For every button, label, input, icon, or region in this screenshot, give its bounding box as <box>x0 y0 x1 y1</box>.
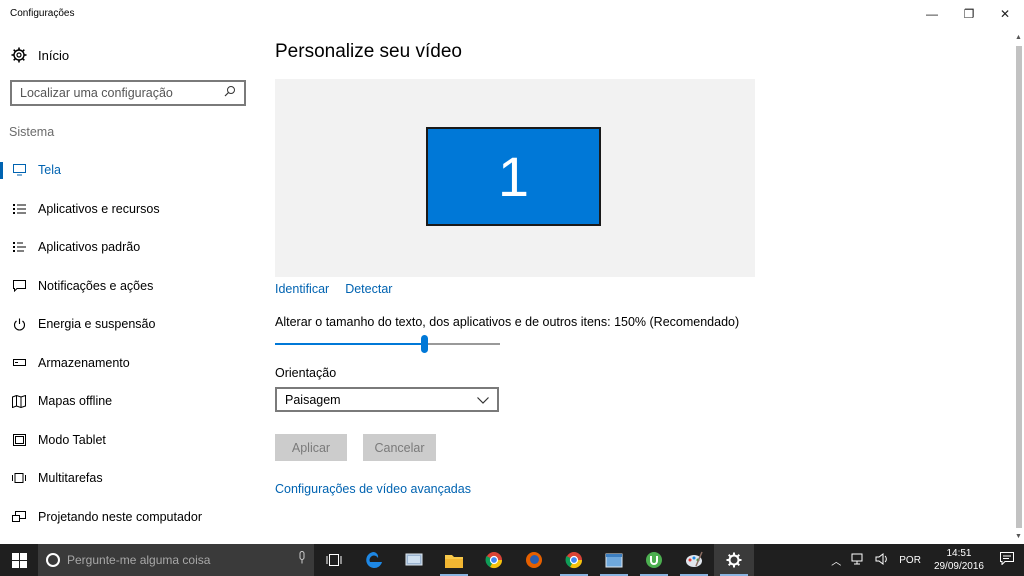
clock[interactable]: 14:51 29/09/2016 <box>926 547 992 573</box>
scrollbar-thumb[interactable] <box>1016 46 1022 528</box>
chrome-alt-icon[interactable] <box>554 544 594 576</box>
microphone-icon[interactable] <box>298 551 306 569</box>
clock-time: 14:51 <box>946 548 972 559</box>
clock-date: 29/09/2016 <box>933 561 984 572</box>
sidebar-item-armazenamento[interactable]: Armazenamento <box>0 344 260 383</box>
cancel-button[interactable]: Cancelar <box>363 434 436 461</box>
sidebar-item-modo-tablet[interactable]: Modo Tablet <box>0 421 260 460</box>
section-label: Sistema <box>9 125 55 139</box>
taskbar: Pergunte-me alguma coisa ︿ POR 14:51 29/… <box>0 544 1024 576</box>
search-icon <box>224 84 236 102</box>
map-icon <box>12 394 26 408</box>
slider-fill <box>275 343 424 345</box>
volume-icon[interactable] <box>870 552 894 568</box>
task-view-icon[interactable] <box>314 544 354 576</box>
sidebar-item-label: Multitarefas <box>38 471 103 486</box>
scroll-down-icon[interactable]: ▼ <box>1015 533 1022 540</box>
identify-link[interactable]: Identificar <box>275 282 329 296</box>
sidebar-nav: Tela Aplicativos e recursos Aplicativos … <box>0 151 260 536</box>
sidebar-item-tela[interactable]: Tela <box>0 151 260 190</box>
display-1-tile[interactable]: 1 <box>426 127 601 226</box>
sidebar-item-notificacoes[interactable]: Notificações e ações <box>0 267 260 306</box>
main-panel: Personalize seu vídeo 1 Identificar Dete… <box>275 30 995 544</box>
firefox-icon[interactable] <box>514 544 554 576</box>
network-app-icon[interactable] <box>394 544 434 576</box>
cortana-icon <box>46 553 60 567</box>
storage-icon <box>12 356 26 370</box>
power-icon <box>12 317 26 331</box>
monitor-icon <box>12 163 26 177</box>
advanced-display-settings-link[interactable]: Configurações de vídeo avançadas <box>275 482 471 496</box>
action-center-icon[interactable] <box>992 552 1024 568</box>
title-bar: Configurações — ❐ ✕ <box>0 0 1024 30</box>
slider-thumb[interactable] <box>421 335 428 353</box>
sidebar-item-energia[interactable]: Energia e suspensão <box>0 305 260 344</box>
utorrent-icon[interactable] <box>634 544 674 576</box>
system-tray: ︿ POR 14:51 29/09/2016 <box>826 544 1024 576</box>
project-icon <box>12 510 26 524</box>
edge-icon[interactable] <box>354 544 394 576</box>
scale-slider[interactable] <box>275 333 500 355</box>
settings-icon[interactable] <box>714 544 754 576</box>
app-window-icon[interactable] <box>594 544 634 576</box>
paint-icon[interactable] <box>674 544 714 576</box>
display-number: 1 <box>497 145 530 208</box>
scale-label: Alterar o tamanho do texto, dos aplicati… <box>275 315 740 329</box>
maximize-button[interactable]: ❐ <box>950 0 988 28</box>
orientation-dropdown[interactable]: Paisagem <box>275 387 499 412</box>
sidebar-item-aplicativos-padrao[interactable]: Aplicativos padrão <box>0 228 260 267</box>
orientation-value: Paisagem <box>285 392 341 407</box>
chevron-up-icon[interactable]: ︿ <box>826 553 846 568</box>
orientation-label: Orientação <box>275 366 337 380</box>
tablet-icon <box>12 433 26 447</box>
detect-link[interactable]: Detectar <box>345 282 392 296</box>
network-icon[interactable] <box>846 553 870 568</box>
start-button[interactable] <box>0 544 38 576</box>
restore-icon: ❐ <box>963 7 975 21</box>
cortana-placeholder: Pergunte-me alguma coisa <box>67 553 211 567</box>
sidebar-item-label: Tela <box>38 163 61 178</box>
sidebar-item-label: Armazenamento <box>38 355 130 370</box>
sidebar-item-label: Notificações e ações <box>38 278 154 293</box>
cortana-search-box[interactable]: Pergunte-me alguma coisa <box>38 544 314 576</box>
file-explorer-icon[interactable] <box>434 544 474 576</box>
minimize-icon: — <box>926 7 938 21</box>
list-icon <box>12 202 26 216</box>
page-title: Personalize seu vídeo <box>275 41 462 62</box>
chevron-down-icon <box>477 393 489 407</box>
scroll-up-icon[interactable]: ▲ <box>1015 34 1022 41</box>
sidebar-item-multitarefas[interactable]: Multitarefas <box>0 459 260 498</box>
sidebar-item-aplicativos-recursos[interactable]: Aplicativos e recursos <box>0 190 260 229</box>
windows-logo-icon <box>11 552 27 568</box>
close-icon: ✕ <box>999 7 1011 21</box>
sidebar-item-label: Projetando neste computador <box>38 509 202 524</box>
sidebar-item-label: Aplicativos padrão <box>38 240 141 255</box>
home-label: Início <box>38 47 70 63</box>
multitask-icon <box>12 471 26 485</box>
search-placeholder: Localizar uma configuração <box>20 86 173 100</box>
chrome-icon[interactable] <box>474 544 514 576</box>
sidebar-item-label: Modo Tablet <box>38 432 106 447</box>
minimize-button[interactable]: — <box>913 0 951 28</box>
close-button[interactable]: ✕ <box>986 0 1024 28</box>
language-indicator[interactable]: POR <box>894 555 926 566</box>
sidebar-item-label: Aplicativos e recursos <box>38 201 160 216</box>
scrollbar[interactable]: ▲ ▼ <box>1014 30 1024 544</box>
apply-button[interactable]: Aplicar <box>275 434 347 461</box>
home-link[interactable]: Início <box>10 46 69 64</box>
settings-search-input[interactable]: Localizar uma configuração <box>10 80 246 106</box>
sidebar-item-label: Energia e suspensão <box>38 317 156 332</box>
sidebar-item-projetando[interactable]: Projetando neste computador <box>0 498 260 537</box>
default-apps-icon <box>12 240 26 254</box>
window-title: Configurações <box>10 8 75 19</box>
gear-icon <box>10 46 28 64</box>
sidebar: Início Localizar uma configuração Sistem… <box>0 30 260 544</box>
sidebar-item-label: Mapas offline <box>38 394 113 409</box>
sidebar-item-mapas-offline[interactable]: Mapas offline <box>0 382 260 421</box>
notification-icon <box>12 279 26 293</box>
display-actions: Identificar Detectar <box>275 282 392 296</box>
display-preview: 1 <box>275 79 755 277</box>
